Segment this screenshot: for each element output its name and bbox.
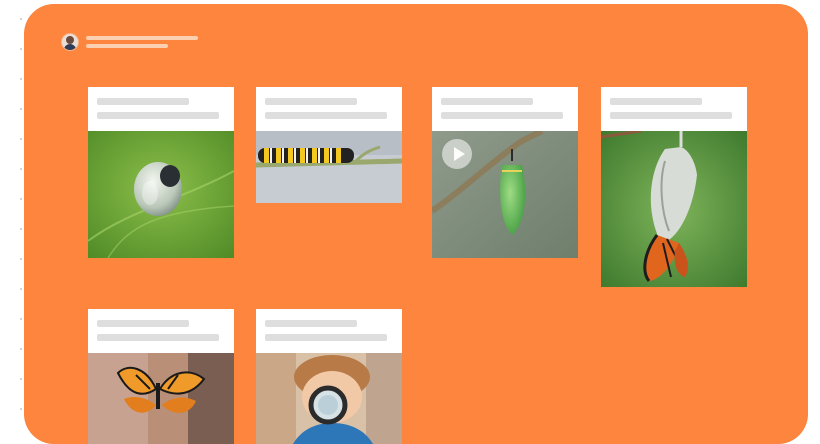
play-icon[interactable] <box>442 139 472 169</box>
post-header <box>88 87 234 131</box>
post-header <box>601 87 747 131</box>
post-card[interactable] <box>432 87 578 258</box>
post-title-placeholder <box>441 98 533 105</box>
post-title-placeholder <box>265 98 357 105</box>
post-subtitle-placeholder <box>97 334 219 341</box>
post-header <box>432 87 578 131</box>
post-header <box>88 309 234 353</box>
butterfly-emerging-image[interactable] <box>601 131 747 287</box>
post-card[interactable] <box>88 87 234 258</box>
monarch-caterpillar-image[interactable] <box>256 131 402 203</box>
post-subtitle-placeholder <box>441 112 563 119</box>
post-card[interactable] <box>256 87 402 203</box>
post-header <box>256 87 402 131</box>
post-subtitle-placeholder <box>97 112 219 119</box>
author-avatar[interactable] <box>62 34 78 50</box>
post-title-placeholder <box>97 320 189 327</box>
padlet-board[interactable] <box>24 4 808 444</box>
post-subtitle-placeholder <box>610 112 732 119</box>
subtitle-line-placeholder <box>86 44 168 48</box>
post-header <box>256 309 402 353</box>
post-card[interactable] <box>601 87 747 287</box>
post-subtitle-placeholder <box>265 112 387 119</box>
butterfly-on-hand-image[interactable] <box>88 353 234 444</box>
caterpillar-egg-image[interactable] <box>88 131 234 258</box>
post-title-placeholder <box>610 98 702 105</box>
post-title-placeholder <box>265 320 357 327</box>
post-title-placeholder <box>97 98 189 105</box>
board-title-placeholder <box>86 36 198 48</box>
title-line-placeholder <box>86 36 198 40</box>
chrysalis-video-thumbnail[interactable] <box>432 131 578 258</box>
child-magnifying-glass-image[interactable] <box>256 353 402 444</box>
post-subtitle-placeholder <box>265 334 387 341</box>
board-header <box>62 34 198 50</box>
